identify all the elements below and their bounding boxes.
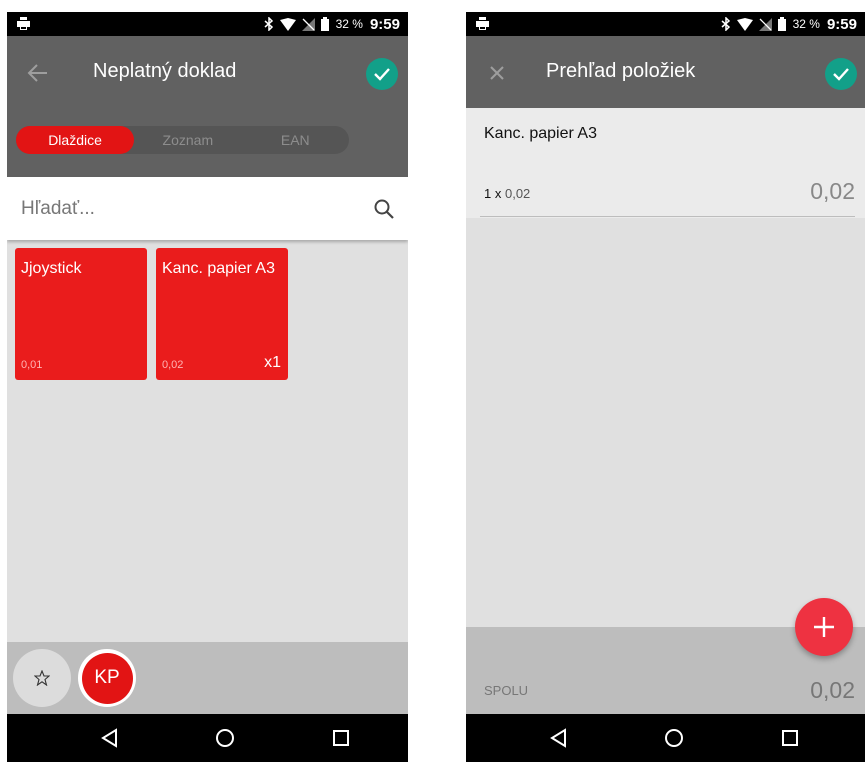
tile-count-badge: x1: [264, 354, 281, 371]
list-item[interactable]: Kanc. papier A3 1 x 0,02 0,02: [466, 108, 865, 218]
plus-icon: [814, 617, 834, 637]
battery-icon: [320, 17, 329, 31]
item-total: 0,02: [810, 178, 855, 204]
search-icon[interactable]: [373, 198, 395, 220]
wifi-icon: [736, 17, 753, 31]
no-sim-icon: [758, 17, 772, 31]
arrow-back-icon[interactable]: [25, 60, 51, 86]
battery-percent: 32 %: [792, 17, 820, 31]
sum-label: SPOLU: [484, 683, 529, 698]
close-icon[interactable]: [484, 60, 510, 86]
screen-invalid-receipt: 32 % 9:59 Neplatný doklad Dlaždice Zozna…: [7, 12, 408, 762]
check-icon: [374, 68, 390, 81]
search-input[interactable]: [21, 195, 341, 223]
system-nav-bar: [7, 714, 408, 762]
avatar-initials: KP: [81, 652, 133, 704]
product-tiles: Jjoystick 0,01 Kanc. papier A3 0,02 x1: [15, 248, 288, 380]
item-unit-price: 0,02: [504, 186, 531, 201]
system-nav-bar: [466, 714, 865, 762]
confirm-button[interactable]: [825, 58, 857, 90]
tile-name: Kanc. papier A3: [162, 260, 275, 277]
star-icon: [34, 670, 50, 686]
status-bar: 32 % 9:59: [466, 12, 865, 36]
back-triangle-icon[interactable]: [99, 727, 121, 749]
bluetooth-icon: [721, 17, 730, 31]
app-bar: Neplatný doklad: [7, 36, 408, 108]
home-circle-icon[interactable]: [663, 727, 685, 749]
tab-list[interactable]: Zoznam: [134, 126, 241, 154]
no-sim-icon: [301, 17, 315, 31]
printer-icon: [17, 17, 30, 30]
tile-name: Jjoystick: [21, 260, 82, 277]
tile-price: 0,02: [162, 359, 184, 371]
app-bar: Prehľad položiek: [466, 36, 865, 108]
item-quantity-line: 1 x 0,02: [484, 186, 530, 201]
divider: [480, 216, 855, 217]
item-quantity: 1: [484, 186, 492, 201]
bluetooth-icon: [264, 17, 273, 31]
tile-price: 0,01: [21, 359, 43, 371]
add-item-button[interactable]: [795, 598, 853, 656]
battery-icon: [777, 17, 786, 31]
printer-icon: [476, 17, 489, 30]
recents-square-icon[interactable]: [779, 727, 801, 749]
tab-ean[interactable]: EAN: [242, 126, 349, 154]
home-circle-icon[interactable]: [214, 727, 236, 749]
recents-square-icon[interactable]: [330, 727, 352, 749]
check-icon: [833, 68, 849, 81]
item-times: x: [494, 186, 502, 201]
clock-time: 9:59: [369, 15, 400, 33]
clock-time: 9:59: [826, 15, 857, 33]
product-tile[interactable]: Jjoystick 0,01: [15, 248, 147, 380]
product-tile[interactable]: Kanc. papier A3 0,02 x1: [156, 248, 288, 380]
sum-value: 0,02: [810, 677, 855, 703]
bottom-quick-bar: KP: [7, 642, 408, 714]
battery-percent: 32 %: [335, 17, 363, 31]
wifi-icon: [279, 17, 296, 31]
page-title: Prehľad položiek: [546, 60, 696, 82]
view-mode-tabs: Dlaždice Zoznam EAN: [16, 126, 349, 154]
status-bar: 32 % 9:59: [7, 12, 408, 36]
favorites-button[interactable]: [13, 649, 71, 707]
item-name: Kanc. papier A3: [484, 125, 597, 142]
page-title: Neplatný doklad: [93, 60, 237, 82]
confirm-button[interactable]: [366, 58, 398, 90]
tab-tiles[interactable]: Dlaždice: [16, 126, 135, 154]
view-mode-strip: Dlaždice Zoznam EAN: [7, 108, 408, 177]
user-avatar-button[interactable]: KP: [78, 649, 136, 707]
search-bar: [7, 177, 408, 240]
back-triangle-icon[interactable]: [548, 727, 570, 749]
screen-items-overview: 32 % 9:59 Prehľad položiek Kanc. papier …: [466, 12, 865, 762]
